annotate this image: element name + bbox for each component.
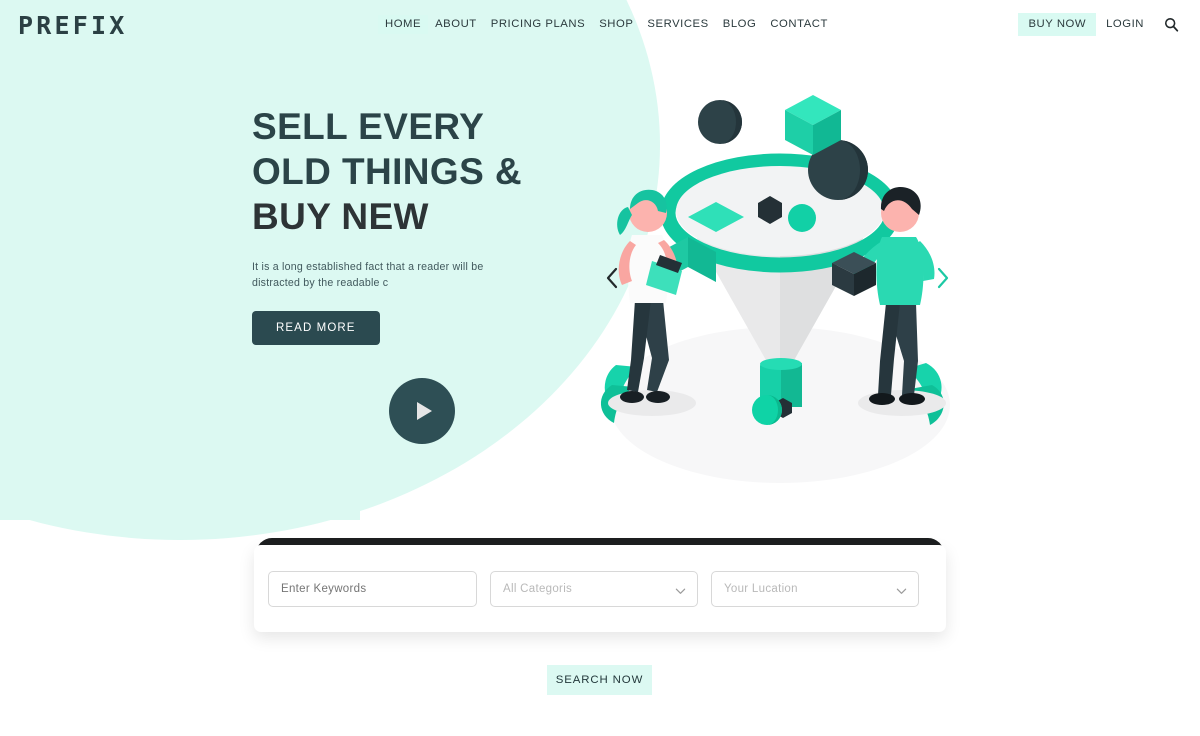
nav-item-services[interactable]: SERVICES (640, 15, 715, 34)
nav-item-blog[interactable]: BLOG (716, 15, 764, 34)
search-now-button[interactable]: SEARCH NOW (547, 665, 652, 695)
hero-title-line-3: BUY NEW (252, 196, 429, 237)
hero-title-line-1: SELL EVERY (252, 106, 485, 147)
header-actions: BUY NOW LOGIN (1018, 13, 1182, 36)
chevron-right-icon[interactable] (936, 267, 950, 293)
hero-copy: SELL EVERY OLD THINGS & BUY NEW It is a … (252, 104, 552, 345)
read-more-button[interactable]: READ MORE (252, 311, 380, 345)
hero-subtitle: It is a long established fact that a rea… (252, 261, 484, 289)
chevron-down-icon (896, 583, 907, 594)
main-navigation: HOME ABOUT PRICING PLANS SHOP SERVICES B… (378, 15, 835, 34)
hero-title-line-2: OLD THINGS & (252, 151, 522, 192)
brand-logo[interactable]: PREFIX (18, 11, 128, 40)
hero-title: SELL EVERY OLD THINGS & BUY NEW (252, 104, 552, 239)
hero-illustration (590, 85, 970, 495)
location-select-value: Your Lucation (724, 582, 798, 595)
nav-item-shop[interactable]: SHOP (592, 15, 640, 34)
location-select[interactable]: Your Lucation (711, 570, 919, 607)
play-video-button[interactable] (389, 378, 455, 444)
search-input[interactable] (281, 582, 464, 595)
landing-page: PREFIX HOME ABOUT PRICING PLANS SHOP SER… (0, 0, 1200, 736)
chevron-left-icon[interactable] (605, 267, 619, 293)
search-icon[interactable] (1160, 14, 1182, 36)
category-select-value: All Categoris (503, 582, 573, 595)
chevron-down-icon (675, 583, 686, 594)
category-select[interactable]: All Categoris (490, 570, 698, 607)
nav-item-pricing-plans[interactable]: PRICING PLANS (484, 15, 592, 34)
site-header: PREFIX HOME ABOUT PRICING PLANS SHOP SER… (0, 0, 1200, 48)
login-link[interactable]: LOGIN (1096, 13, 1154, 36)
nav-item-home[interactable]: HOME (378, 15, 429, 34)
search-card: All Categoris Your Lucation (254, 545, 946, 632)
buy-now-button[interactable]: BUY NOW (1018, 13, 1097, 36)
nav-item-about[interactable]: ABOUT (428, 15, 484, 34)
play-icon (417, 402, 432, 420)
keywords-field[interactable] (268, 570, 477, 607)
nav-item-contact[interactable]: CONTACT (763, 15, 835, 34)
